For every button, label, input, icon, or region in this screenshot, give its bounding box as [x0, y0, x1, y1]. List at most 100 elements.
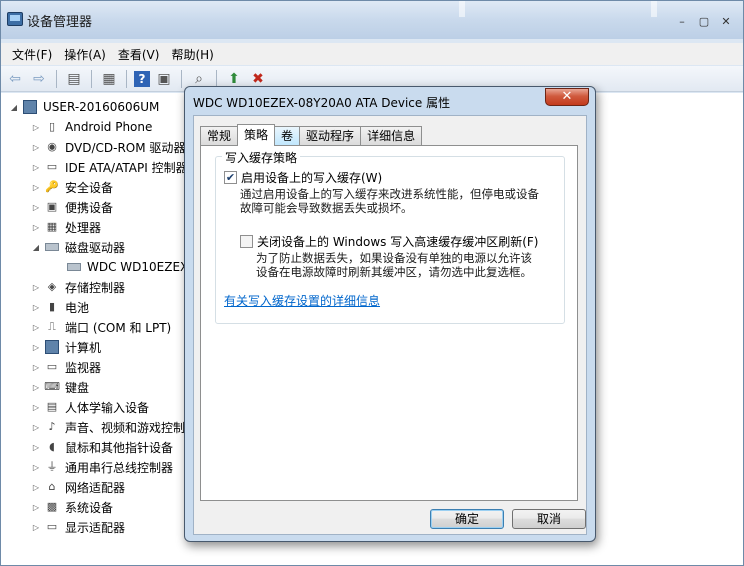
tree-item[interactable]: ▷ ▤ 人体学输入设备: [31, 397, 149, 417]
collapse-arrow-icon[interactable]: ◢: [9, 103, 19, 112]
expand-arrow-icon[interactable]: ▷: [31, 443, 41, 452]
back-arrow-icon[interactable]: ⇦: [5, 69, 25, 89]
turn-off-flush-option[interactable]: 关闭设备上的 Windows 写入高速缓存缓冲区刷新(F): [240, 233, 538, 250]
tree-item-label: 存储控制器: [65, 280, 126, 295]
expand-arrow-icon[interactable]: ▷: [31, 343, 41, 352]
enable-write-cache-desc-1: 通过启用设备上的写入缓存来改进系统性能，但停电或设备: [240, 187, 539, 201]
expand-arrow-icon[interactable]: ▷: [31, 203, 41, 212]
expand-arrow-icon[interactable]: ▷: [31, 523, 41, 532]
properties-icon[interactable]: ▦: [99, 69, 119, 89]
tree-item[interactable]: ▷ ▣ 便携设备: [31, 197, 113, 217]
tree-item[interactable]: ▷ ▩ 系统设备: [31, 497, 113, 517]
monitor-icon: ▭: [46, 360, 58, 373]
tree-item[interactable]: ▷ ◉ DVD/CD-ROM 驱动器: [31, 137, 186, 157]
tree-item-label: IDE ATA/ATAPI 控制器: [65, 160, 188, 175]
window-titlebar[interactable]: 设备管理器 – ▢ ✕: [1, 1, 743, 39]
tree-item[interactable]: ▷ 计算机: [31, 337, 101, 357]
collapse-arrow-icon[interactable]: ◢: [31, 243, 41, 252]
expand-arrow-icon[interactable]: ▷: [31, 463, 41, 472]
expand-arrow-icon[interactable]: ▷: [31, 503, 41, 512]
expand-arrow-icon[interactable]: ▷: [31, 323, 41, 332]
tree-item[interactable]: ▷ ▭ IDE ATA/ATAPI 控制器: [31, 157, 188, 177]
tab-driver[interactable]: 驱动程序: [299, 126, 362, 146]
expand-arrow-icon[interactable]: ▷: [31, 383, 41, 392]
tree-item[interactable]: ▷ ⎍ 端口 (COM 和 LPT): [31, 317, 171, 337]
toolbar-separator: [91, 69, 92, 88]
turn-off-flush-checkbox[interactable]: [240, 235, 253, 248]
port-icon: ⎍: [48, 320, 56, 333]
show-hide-console-tree-icon[interactable]: ▤: [64, 69, 84, 89]
tree-item[interactable]: ▷ ▭ 显示适配器: [31, 517, 125, 537]
action-pane-icon[interactable]: ▣: [154, 69, 174, 89]
menu-view[interactable]: 查看(V): [113, 46, 165, 63]
ok-button[interactable]: 确定: [430, 509, 504, 529]
menu-action[interactable]: 操作(A): [59, 46, 111, 63]
enable-write-cache-option[interactable]: ✔ 启用设备上的写入缓存(W): [224, 169, 382, 186]
dialog-titlebar[interactable]: WDC WD10EZEX-08Y20A0 ATA Device 属性 ✕: [185, 87, 595, 115]
expand-arrow-icon[interactable]: ▷: [31, 183, 41, 192]
forward-arrow-icon[interactable]: ⇨: [29, 69, 49, 89]
enable-write-cache-checkbox[interactable]: ✔: [224, 171, 237, 184]
expand-arrow-icon[interactable]: ▷: [31, 403, 41, 412]
toolbar-separator: [216, 69, 217, 88]
expand-arrow-icon[interactable]: ▷: [31, 223, 41, 232]
tree-item-label: 安全设备: [65, 180, 114, 195]
cancel-button[interactable]: 取消: [512, 509, 586, 529]
titlebar-glint: [651, 1, 657, 17]
expand-arrow-icon[interactable]: ▷: [31, 123, 41, 132]
tab-volumes[interactable]: 卷: [274, 126, 301, 146]
system-icon: ▩: [46, 500, 58, 513]
minimize-button[interactable]: –: [671, 15, 693, 29]
expand-arrow-icon[interactable]: ▷: [31, 363, 41, 372]
dialog-body: 常规 策略 卷 驱动程序 详细信息 写入缓存策略 ✔ 启用设备上的写入缓存(W)…: [193, 115, 587, 535]
tree-item[interactable]: ▷ ♪ 声音、视频和游戏控制器: [31, 417, 197, 437]
write-cache-info-link[interactable]: 有关写入缓存设置的详细信息: [224, 292, 380, 309]
expand-arrow-icon[interactable]: ▷: [31, 283, 41, 292]
device-manager-icon: [7, 12, 23, 26]
tree-item[interactable]: ▷ ▦ 处理器: [31, 217, 101, 237]
tree-item-label: 显示适配器: [65, 520, 126, 535]
tab-general[interactable]: 常规: [200, 126, 239, 146]
tree-item-label: Android Phone: [65, 120, 153, 134]
tree-item[interactable]: ▷ ◈ 存储控制器: [31, 277, 125, 297]
tree-item-label: 监视器: [65, 360, 102, 375]
window-controls: – ▢ ✕: [671, 15, 737, 29]
ide-icon: ▭: [46, 160, 58, 173]
expand-arrow-icon[interactable]: ▷: [31, 303, 41, 312]
tree-item[interactable]: ▷ ▯ Android Phone: [31, 117, 152, 137]
mouse-icon: ◖: [49, 440, 55, 453]
tree-item[interactable]: ▷ ⌨ 键盘: [31, 377, 89, 397]
tree-item[interactable]: WDC WD10EZEX: [53, 257, 188, 277]
turn-off-flush-label: 关闭设备上的 Windows 写入高速缓存缓冲区刷新(F): [257, 235, 539, 249]
dialog-close-button[interactable]: ✕: [545, 88, 589, 106]
tree-item[interactable]: ▷ ⏚ 通用串行总线控制器: [31, 457, 173, 477]
computer-icon: [45, 340, 59, 354]
expand-arrow-icon[interactable]: ▷: [31, 483, 41, 492]
maximize-button[interactable]: ▢: [693, 15, 715, 29]
turn-off-flush-desc-2: 设备在电源故障时刷新其缓冲区，请勿选中此复选框。: [256, 265, 532, 279]
cpu-icon: ▦: [46, 220, 58, 233]
tree-item[interactable]: ▷ ⌂ 网络适配器: [31, 477, 125, 497]
tab-policies[interactable]: 策略: [237, 124, 276, 146]
properties-dialog: WDC WD10EZEX-08Y20A0 ATA Device 属性 ✕ 常规 …: [184, 86, 596, 542]
security-icon: 🔑: [45, 180, 59, 193]
tree-item[interactable]: ▷ ▮ 电池: [31, 297, 89, 317]
expand-arrow-icon[interactable]: ▷: [31, 143, 41, 152]
tree-item[interactable]: ▷ ◖ 鼠标和其他指针设备: [31, 437, 173, 457]
tree-item[interactable]: ▷ 🔑 安全设备: [31, 177, 113, 197]
close-button[interactable]: ✕: [715, 15, 737, 29]
sound-icon: ♪: [48, 420, 56, 433]
menu-file[interactable]: 文件(F): [7, 46, 57, 63]
computer-icon: [23, 100, 37, 114]
expand-arrow-icon[interactable]: ▷: [31, 163, 41, 172]
tree-item[interactable]: ▷ ▭ 监视器: [31, 357, 101, 377]
menu-help[interactable]: 帮助(H): [166, 46, 218, 63]
tab-page-policies: 写入缓存策略 ✔ 启用设备上的写入缓存(W) 通过启用设备上的写入缓存来改进系统…: [200, 145, 578, 501]
help-icon[interactable]: ?: [134, 70, 150, 87]
expand-arrow-icon[interactable]: ▷: [31, 423, 41, 432]
tree-item-label: 通用串行总线控制器: [65, 460, 174, 475]
tree-root[interactable]: ◢ USER-20160606UM: [9, 97, 159, 117]
tree-item-label: 端口 (COM 和 LPT): [65, 320, 172, 335]
tree-item[interactable]: ◢ 磁盘驱动器: [31, 237, 125, 257]
tab-details[interactable]: 详细信息: [360, 126, 423, 146]
